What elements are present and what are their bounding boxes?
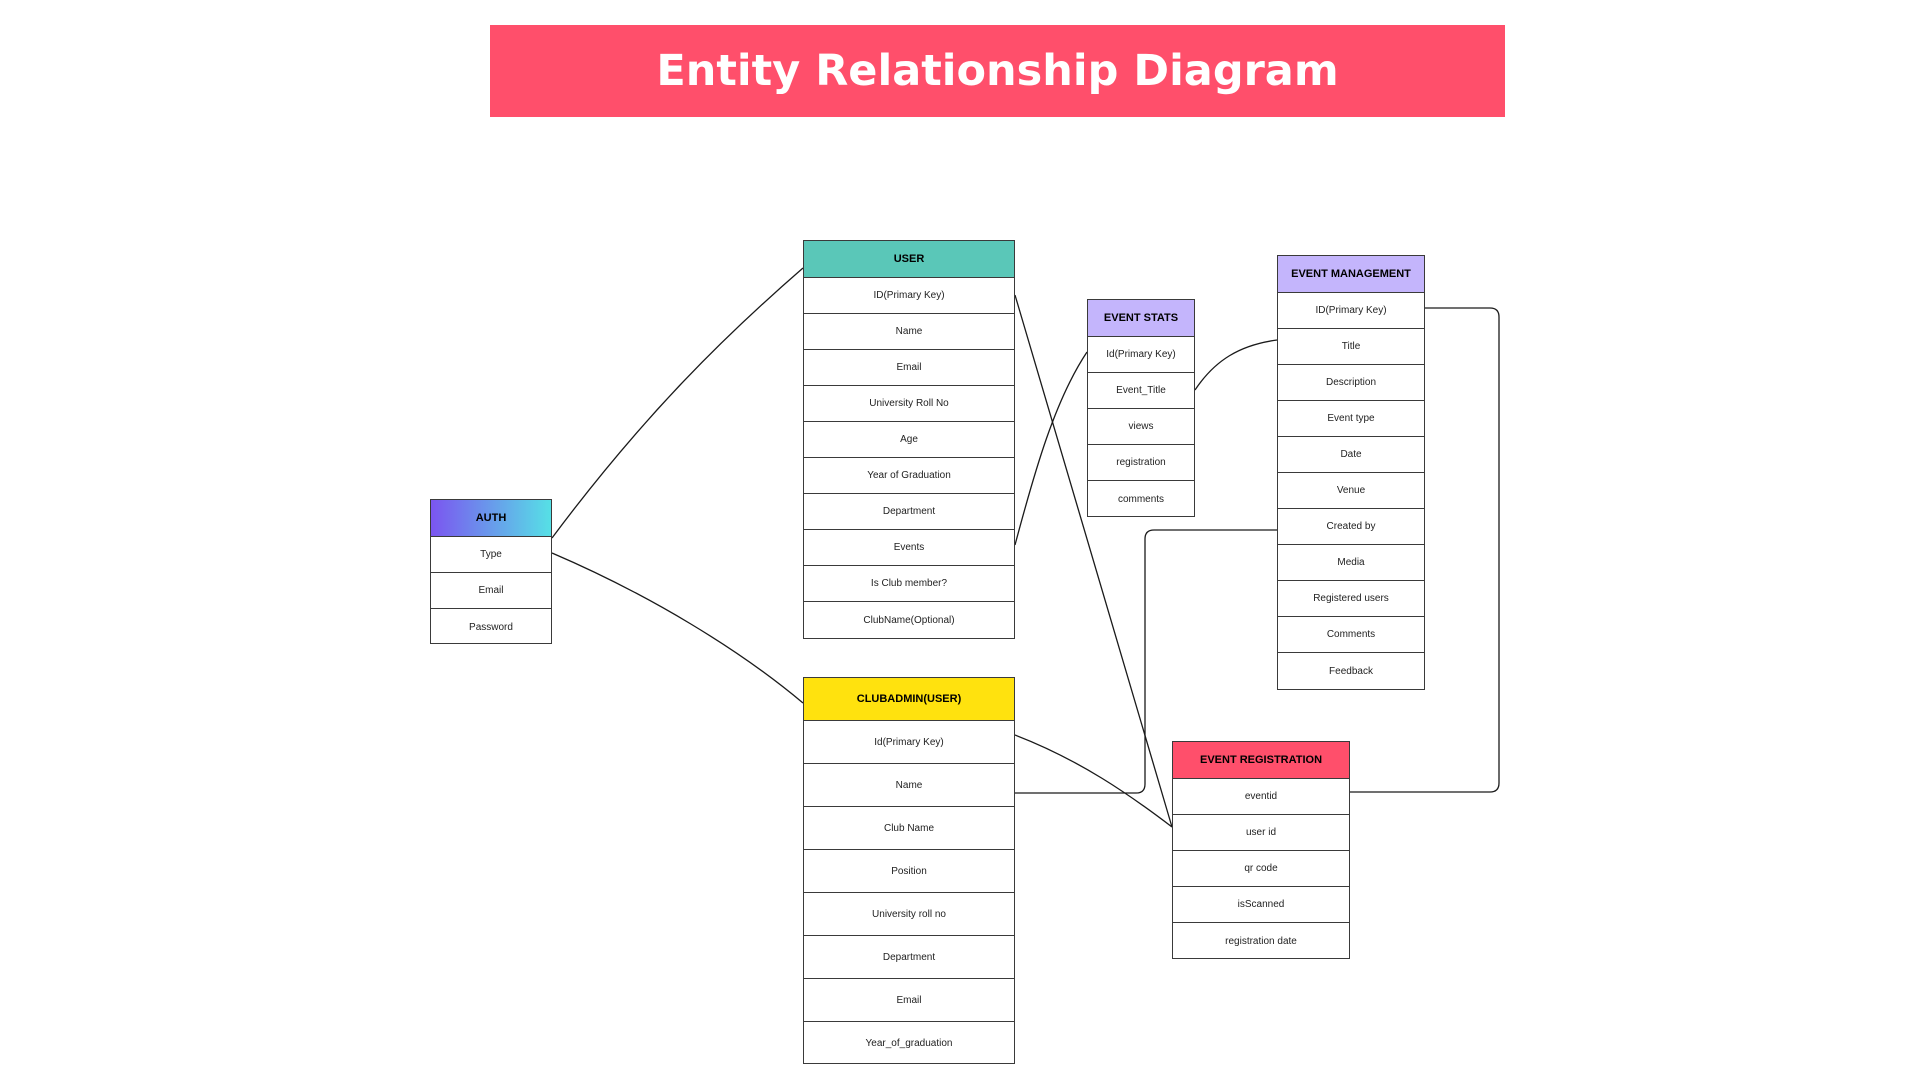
entity-field: Event_Title: [1088, 373, 1194, 409]
entity-field: University roll no: [804, 893, 1014, 936]
entity-field: Age: [804, 422, 1014, 458]
entity-field: Id(Primary Key): [804, 721, 1014, 764]
entity-field: Registered users: [1278, 581, 1424, 617]
entity-clubadmin: CLUBADMIN(USER) Id(Primary Key) Name Clu…: [803, 677, 1015, 1064]
entity-field: isScanned: [1173, 887, 1349, 923]
entity-field: comments: [1117, 493, 1165, 505]
entity-field: Events: [804, 530, 1014, 566]
entity-field: Name: [804, 764, 1014, 807]
entity-field: Email: [431, 573, 551, 609]
entity-field: Created by: [1278, 509, 1424, 545]
entity-field: Id(Primary Key): [1088, 337, 1194, 373]
entity-field: ID(Primary Key): [1278, 293, 1424, 329]
entity-field: views: [1088, 409, 1194, 445]
entity-field: ID(Primary Key): [804, 278, 1014, 314]
entity-auth: AUTH Type Email Password: [430, 499, 552, 644]
entity-field: Club Name: [804, 807, 1014, 850]
entity-field: registration: [1088, 445, 1194, 481]
entity-name: EVENT REGISTRATION: [1199, 754, 1323, 766]
entity-event-management: EVENT MANAGEMENT ID(Primary Key) Title D…: [1277, 255, 1425, 690]
entity-header: USER: [804, 241, 1014, 278]
entity-event-stats: EVENT STATS Id(Primary Key) Event_Title …: [1087, 299, 1195, 517]
entity-field: Comments: [1278, 617, 1424, 653]
entity-field: University Roll No: [804, 386, 1014, 422]
entity-field: ClubName(Optional): [863, 614, 955, 626]
link-auth-clubadmin: [551, 552, 804, 704]
entity-name: EVENT MANAGEMENT: [1291, 268, 1411, 280]
entity-field: Email: [804, 979, 1014, 1022]
entity-header: CLUBADMIN(USER): [804, 678, 1014, 721]
entity-event-registration: EVENT REGISTRATION eventid user id qr co…: [1172, 741, 1350, 959]
entity-name: AUTH: [475, 512, 507, 524]
entity-field: Department: [804, 936, 1014, 979]
entity-header: EVENT MANAGEMENT: [1278, 256, 1424, 293]
entity-field: Media: [1278, 545, 1424, 581]
entity-name: USER: [893, 253, 925, 265]
entity-field: Year_of_graduation: [865, 1038, 953, 1049]
entity-field: Is Club member?: [804, 566, 1014, 602]
link-user-events-eventstats: [1014, 351, 1088, 546]
entity-field: Title: [1278, 329, 1424, 365]
entity-field: Email: [804, 350, 1014, 386]
entity-field: Name: [804, 314, 1014, 350]
entity-name: CLUBADMIN(USER): [856, 693, 962, 705]
entity-field: Position: [804, 850, 1014, 893]
entity-name: EVENT STATS: [1103, 312, 1179, 324]
entity-field: Type: [431, 537, 551, 573]
link-eventstats-eventmanagement: [1194, 339, 1278, 391]
entity-header: EVENT REGISTRATION: [1173, 742, 1349, 779]
entity-field: Date: [1278, 437, 1424, 473]
entity-field: Department: [804, 494, 1014, 530]
entity-field: Feedback: [1329, 665, 1373, 677]
entity-field: user id: [1173, 815, 1349, 851]
entity-field: Event type: [1278, 401, 1424, 437]
entity-field: Description: [1278, 365, 1424, 401]
entity-header: EVENT STATS: [1088, 300, 1194, 337]
entity-user: USER ID(Primary Key) Name Email Universi…: [803, 240, 1015, 639]
entity-field: Password: [469, 621, 513, 633]
entity-field: eventid: [1173, 779, 1349, 815]
entity-field: Venue: [1278, 473, 1424, 509]
entity-field: Year of Graduation: [804, 458, 1014, 494]
link-auth-user: [551, 267, 804, 539]
entity-header: AUTH: [431, 500, 551, 537]
entity-field: qr code: [1173, 851, 1349, 887]
entity-field: registration date: [1225, 935, 1297, 947]
